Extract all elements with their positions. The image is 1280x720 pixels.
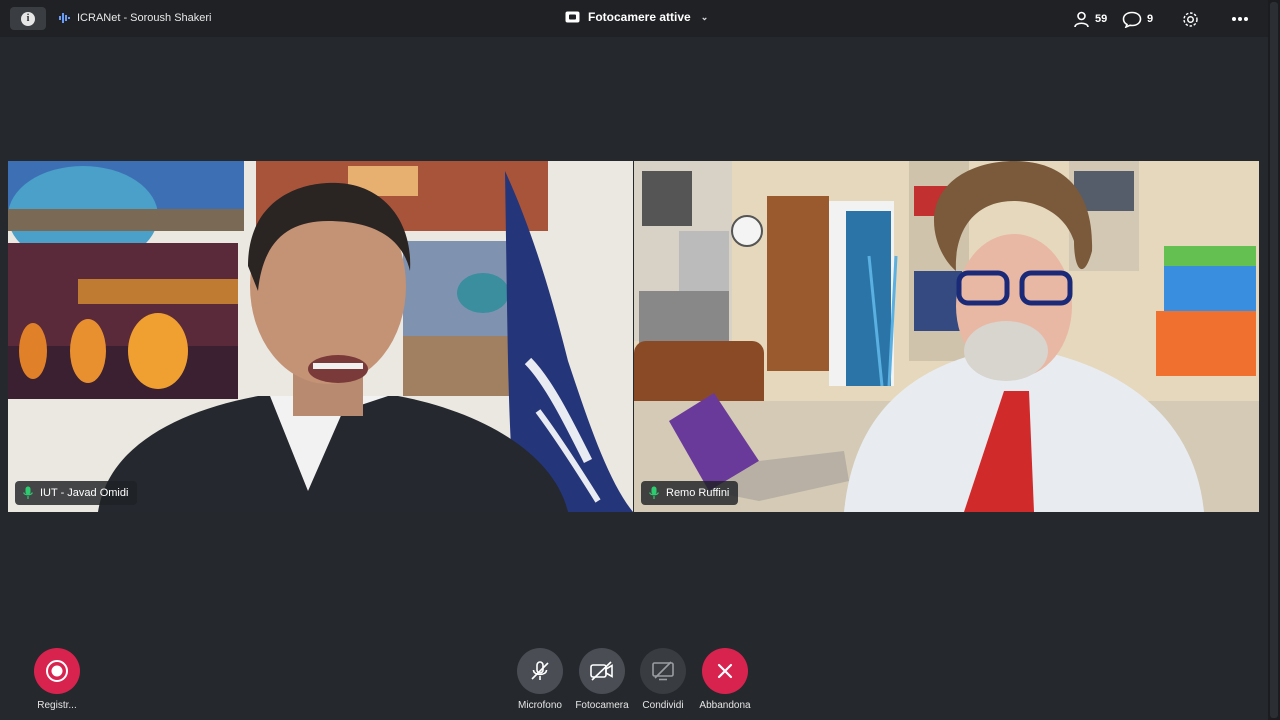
participant-name-tag: IUT - Javad Omidi: [15, 481, 138, 505]
video-tile-remo-ruffini[interactable]: Remo Ruffini: [634, 161, 1259, 512]
person-icon: [1074, 11, 1089, 27]
record-label: Registr...: [37, 700, 77, 711]
leave-label: Abbandona: [699, 700, 751, 711]
leave-control: Abbandona: [685, 648, 765, 711]
chat-button[interactable]: 9: [1122, 8, 1153, 30]
video-tile-javad-omidi[interactable]: IUT - Javad Omidi: [8, 161, 633, 512]
participants-count: 59: [1095, 13, 1108, 25]
settings-button[interactable]: [1181, 8, 1200, 30]
scrollbar[interactable]: [1268, 0, 1280, 720]
info-button[interactable]: i: [10, 7, 46, 30]
participant-name-tag: Remo Ruffini: [641, 481, 739, 505]
camera-off-icon: [590, 661, 613, 681]
gear-icon: [1183, 11, 1198, 27]
participant-name: Remo Ruffini: [666, 487, 730, 499]
chat-count: 9: [1147, 13, 1154, 25]
camera-label: Fotocamera: [575, 700, 629, 711]
scrollbar-thumb[interactable]: [1270, 2, 1278, 718]
chat-bubble-icon: [1122, 11, 1142, 28]
participants-button[interactable]: 59: [1073, 8, 1107, 30]
mic-on-icon: [23, 486, 33, 499]
video-feed-remo-ruffini: [634, 161, 1259, 512]
top-bar: i ICRANet - Soroush Shakeri Fotocamere a…: [0, 0, 1268, 37]
leave-button[interactable]: [702, 648, 748, 694]
share-label: Condividi: [642, 700, 684, 711]
share-button[interactable]: [640, 648, 686, 694]
meeting-name: ICRANet - Soroush Shakeri: [77, 12, 212, 24]
record-icon: [46, 660, 68, 682]
microphone-label: Microfono: [518, 700, 562, 711]
close-icon: [717, 663, 733, 679]
record-button[interactable]: [34, 648, 80, 694]
mic-off-icon: [531, 661, 549, 680]
view-title: Fotocamere attive: [588, 10, 691, 24]
view-selector[interactable]: Fotocamere attive ⌄: [565, 10, 708, 24]
microphone-button[interactable]: [517, 648, 563, 694]
info-icon: i: [21, 11, 35, 26]
camera-view-icon: [565, 11, 580, 23]
participant-name: IUT - Javad Omidi: [40, 487, 129, 499]
share-screen-off-icon: [652, 661, 674, 681]
audio-wave-icon: [59, 13, 70, 23]
meeting-info: ICRANet - Soroush Shakeri: [59, 11, 212, 25]
video-feed-javad-omidi: [8, 161, 633, 512]
mic-on-icon: [649, 486, 659, 499]
more-dots-icon: [1232, 17, 1248, 21]
chevron-down-icon: ⌄: [700, 11, 709, 22]
camera-button[interactable]: [579, 648, 625, 694]
meeting-window: i ICRANet - Soroush Shakeri Fotocamere a…: [0, 0, 1280, 720]
more-options-button[interactable]: [1231, 8, 1249, 30]
record-control: Registr...: [17, 648, 97, 711]
